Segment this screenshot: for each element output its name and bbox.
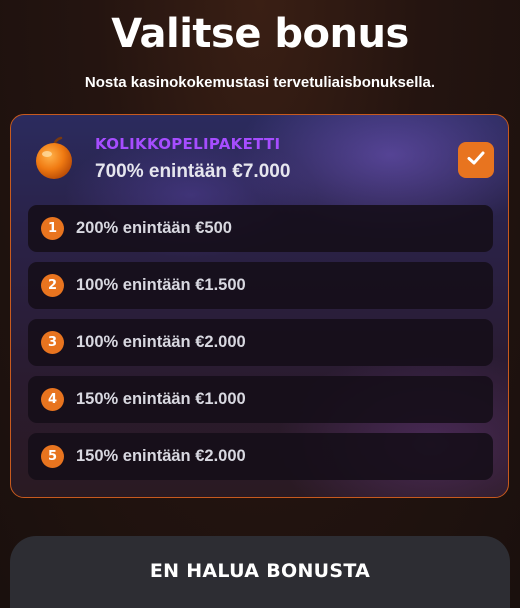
- option-label: 100% enintään €1.500: [76, 276, 246, 294]
- no-bonus-button[interactable]: EN HALUA BONUSTA: [10, 536, 510, 608]
- bonus-option-2[interactable]: 2 100% enintään €1.500: [28, 262, 493, 309]
- bonus-option-3[interactable]: 3 100% enintään €2.000: [28, 319, 493, 366]
- bonus-option-1[interactable]: 1 200% enintään €500: [28, 205, 493, 252]
- bonus-panel: KOLIKKOPELIPAKETTI 700% enintään €7.000 …: [10, 114, 509, 498]
- option-number-badge: 1: [41, 217, 64, 240]
- bonus-option-4[interactable]: 4 150% enintään €1.000: [28, 376, 493, 423]
- option-number-badge: 3: [41, 331, 64, 354]
- bonus-option-5[interactable]: 5 150% enintään €2.000: [28, 433, 493, 480]
- option-label: 200% enintään €500: [76, 219, 232, 237]
- package-offer: 700% enintään €7.000: [95, 161, 291, 182]
- checkmark-icon: [465, 147, 487, 173]
- option-number-badge: 2: [41, 274, 64, 297]
- bonus-package[interactable]: KOLIKKOPELIPAKETTI 700% enintään €7.000: [11, 115, 508, 201]
- package-checkbox[interactable]: [458, 142, 494, 178]
- page-title: Valitse bonus: [111, 11, 409, 57]
- option-number-badge: 4: [41, 388, 64, 411]
- fruit-icon: [31, 135, 77, 181]
- package-name: KOLIKKOPELIPAKETTI: [95, 135, 281, 153]
- option-label: 150% enintään €1.000: [76, 390, 246, 408]
- no-bonus-label: EN HALUA BONUSTA: [149, 560, 371, 582]
- option-number-badge: 5: [41, 445, 64, 468]
- option-label: 150% enintään €2.000: [76, 447, 246, 465]
- page-subtitle: Nosta kasinokokemustasi tervetuliaisbonu…: [84, 74, 436, 91]
- option-label: 100% enintään €2.000: [76, 333, 246, 351]
